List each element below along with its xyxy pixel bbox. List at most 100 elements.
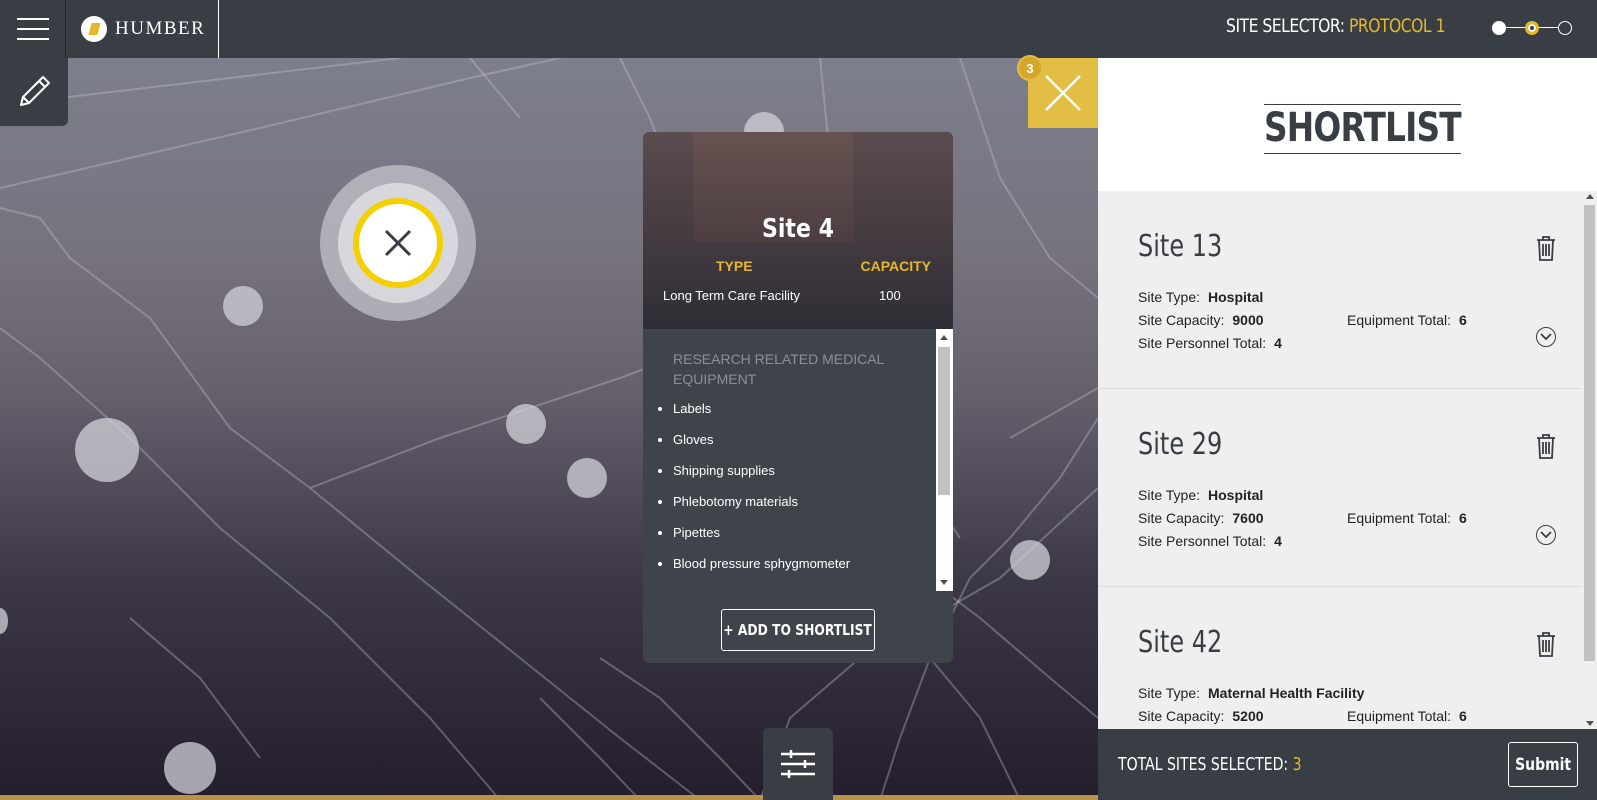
list-item: Pipettes — [673, 525, 850, 556]
card-title: Site 29 — [1138, 427, 1223, 462]
scroll-down-icon[interactable] — [1586, 721, 1594, 726]
site-marker[interactable] — [1010, 540, 1050, 580]
type-header: TYPE — [716, 258, 753, 274]
sliders-icon — [781, 750, 815, 778]
equipment-total-value: 6 — [1459, 312, 1467, 328]
total-sites-selected: TOTAL SITES SELECTED: 3 — [1118, 754, 1302, 775]
add-to-shortlist-button[interactable]: + ADD TO SHORTLIST — [721, 609, 875, 651]
label: Site Personnel Total: — [1138, 533, 1267, 549]
submit-button[interactable]: Submit — [1508, 742, 1578, 787]
hamburger-icon — [16, 18, 49, 20]
equipment-total-value: 6 — [1459, 708, 1467, 724]
menu-button[interactable] — [0, 0, 66, 58]
total-value: 3 — [1292, 754, 1302, 775]
list-item: Gloves — [673, 432, 850, 463]
close-icon — [384, 229, 412, 257]
site-personnel-value: 4 — [1274, 533, 1282, 549]
protocol-stepper — [1492, 20, 1572, 36]
close-icon — [1045, 75, 1081, 111]
label: Equipment Total: — [1347, 510, 1452, 526]
top-bar: HUMBER SITE SELECTOR: PROTOCOL 1 — [0, 0, 1597, 58]
site-marker[interactable] — [223, 286, 263, 326]
card-title: Site 42 — [1138, 625, 1223, 660]
site-marker[interactable] — [75, 418, 139, 482]
site-capacity-row: Site Capacity: 7600 — [1138, 510, 1264, 526]
trash-icon[interactable] — [1536, 631, 1556, 657]
humber-logo[interactable]: HUMBER — [67, 0, 219, 58]
site-capacity-value: 9000 — [1232, 312, 1264, 328]
hamburger-icon-line — [16, 28, 49, 30]
site-marker[interactable] — [567, 458, 607, 498]
map-bottom-strip — [0, 795, 1098, 800]
total-label: TOTAL SITES SELECTED: — [1118, 754, 1289, 775]
card-title: Site 13 — [1138, 229, 1223, 264]
equipment-total-row: Equipment Total: 6 — [1347, 510, 1467, 526]
popup-title: Site 4 — [761, 214, 835, 244]
step-2-dot[interactable] — [1525, 21, 1539, 35]
equipment-heading: RESEARCH RELATED MEDICAL EQUIPMENT — [673, 351, 884, 387]
site-capacity-value: 5200 — [1232, 708, 1264, 724]
edit-button[interactable] — [0, 58, 68, 126]
site-marker[interactable] — [506, 404, 546, 444]
scroll-thumb[interactable] — [1584, 205, 1595, 661]
list-item: Labels — [673, 401, 850, 432]
step-3-dot[interactable] — [1558, 21, 1572, 35]
scroll-up-icon[interactable] — [940, 335, 948, 340]
list-item: Shipping supplies — [673, 463, 850, 494]
step-1-dot[interactable] — [1492, 21, 1506, 35]
shortlist-header: SHORTLIST — [1098, 58, 1597, 191]
label: Equipment Total: — [1347, 708, 1452, 724]
equipment-total-row: Equipment Total: 6 — [1347, 708, 1467, 724]
scroll-down-icon[interactable] — [940, 580, 948, 585]
popup-scrollbar[interactable] — [936, 329, 953, 591]
label: Equipment Total: — [1347, 312, 1452, 328]
scroll-thumb[interactable] — [938, 347, 950, 495]
site-type-row: Site Type: Hospital — [1138, 289, 1263, 305]
site-type-value: Hospital — [1208, 487, 1264, 503]
filter-button[interactable] — [763, 728, 833, 800]
site-selector-title: SITE SELECTOR: PROTOCOL 1 — [1226, 15, 1445, 37]
equipment-list: Labels Gloves Shipping supplies Phleboto… — [659, 401, 850, 587]
list-item: Blood pressure sphygmometer — [673, 556, 850, 587]
shortlist-panel: SHORTLIST Site 13 Site Type: Hospital Sit… — [1098, 58, 1597, 800]
shortlist-scrollbar[interactable] — [1582, 191, 1597, 729]
site-selector-label: SITE SELECTOR: — [1226, 15, 1345, 37]
label: Site Type: — [1138, 289, 1201, 305]
equipment-total-row: Equipment Total: 6 — [1347, 312, 1467, 328]
chevron-down-icon — [1540, 333, 1552, 341]
equipment-total-value: 6 — [1459, 510, 1467, 526]
shortlist-card: Site 29 Site Type: Hospital Site Capacity… — [1098, 389, 1582, 587]
shortlist-title: SHORTLIST — [1264, 104, 1462, 154]
selected-site-marker[interactable] — [353, 198, 443, 288]
type-value: Long Term Care Facility — [663, 288, 801, 303]
chevron-down-icon — [1540, 531, 1552, 539]
capacity-header: CAPACITY — [860, 258, 931, 274]
label: Site Type: — [1138, 685, 1201, 701]
label: Site Capacity: — [1138, 708, 1225, 724]
site-personnel-value: 4 — [1274, 335, 1282, 351]
submit-label: Submit — [1515, 754, 1571, 775]
add-to-shortlist-label: + ADD TO SHORTLIST — [723, 621, 873, 639]
trash-icon[interactable] — [1536, 235, 1556, 261]
shortlist-card: Site 13 Site Type: Hospital Site Capacity… — [1098, 191, 1582, 389]
expand-button[interactable] — [1536, 525, 1556, 545]
popup-header: Site 4 TYPE CAPACITY Long Term Care Faci… — [643, 132, 953, 329]
protocol-label: PROTOCOL 1 — [1348, 15, 1446, 37]
label: Site Personnel Total: — [1138, 335, 1267, 351]
site-detail-popup: Site 4 TYPE CAPACITY Long Term Care Faci… — [643, 132, 953, 663]
shortlist-cards: Site 13 Site Type: Hospital Site Capacity… — [1098, 191, 1582, 729]
site-capacity-row: Site Capacity: 9000 — [1138, 312, 1264, 328]
shortlist-card: Site 42 Site Type: Maternal Health Facili… — [1098, 587, 1582, 729]
expand-button[interactable] — [1536, 327, 1556, 347]
pencil-icon — [20, 76, 50, 106]
trash-icon[interactable] — [1536, 433, 1556, 459]
list-item: Phlebotomy materials — [673, 494, 850, 525]
site-type-value: Maternal Health Facility — [1208, 685, 1365, 701]
site-capacity-row: Site Capacity: 5200 — [1138, 708, 1264, 724]
site-marker[interactable] — [164, 742, 216, 794]
site-type-row: Site Type: Maternal Health Facility — [1138, 685, 1364, 701]
label: Site Type: — [1138, 487, 1201, 503]
label: Site Capacity: — [1138, 312, 1225, 328]
equipment-section: RESEARCH RELATED MEDICAL EQUIPMENT Label… — [643, 329, 953, 591]
scroll-up-icon[interactable] — [1586, 194, 1594, 199]
